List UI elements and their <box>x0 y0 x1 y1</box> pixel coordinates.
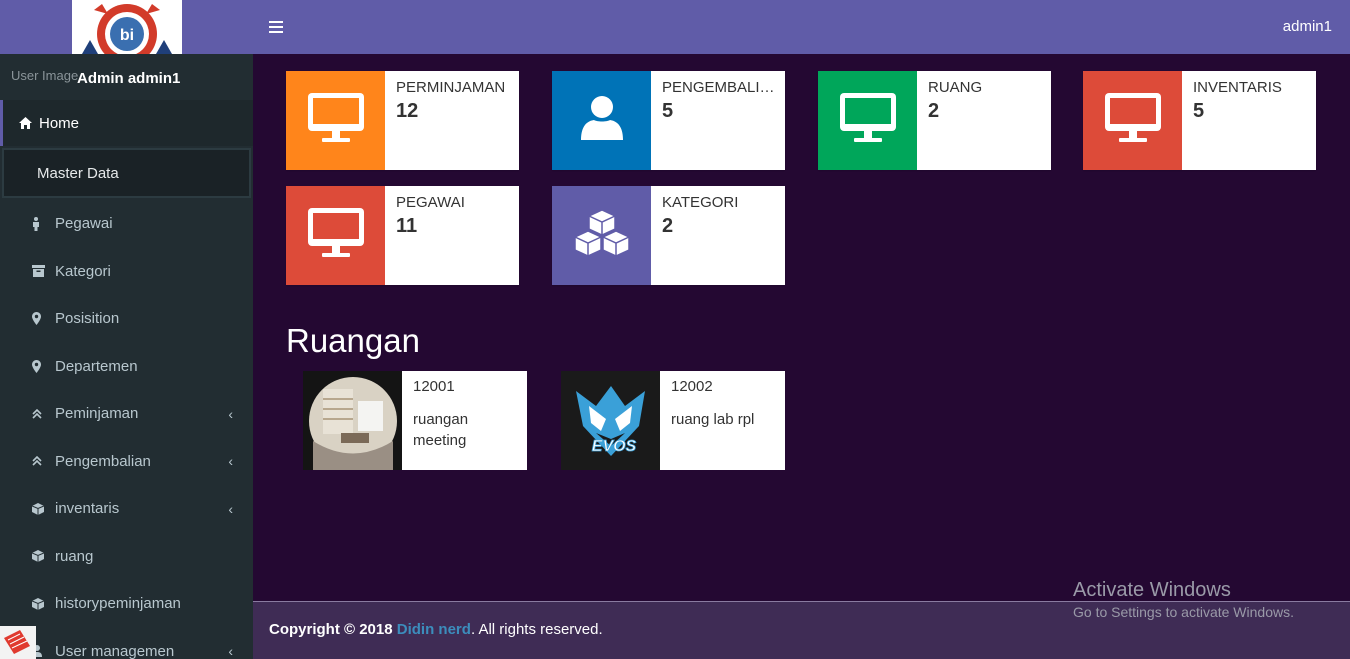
logo-area: bi <box>0 0 253 54</box>
room-code: 12001 <box>413 378 455 395</box>
sidebar-item-label: ruang <box>55 547 94 565</box>
user-image: User Image <box>11 68 79 83</box>
watermark-title: Activate Windows <box>1073 579 1231 601</box>
cube-icon <box>32 597 55 610</box>
watermark-subtitle: Go to Settings to activate Windows. <box>1073 604 1294 620</box>
info-box-icon <box>286 186 385 285</box>
info-box-label: INVENTARIS <box>1193 79 1282 96</box>
info-box-pegawai[interactable]: PEGAWAI 11 <box>286 186 519 285</box>
desktop-icon <box>307 93 364 148</box>
cube-icon <box>32 502 55 515</box>
info-box-icon <box>1083 71 1182 170</box>
info-box-label: PERMINJAMAN <box>396 79 506 96</box>
sidebar-item-label: User managemen <box>55 642 175 659</box>
info-box-icon <box>818 71 917 170</box>
sidebar-item-pengembalian[interactable]: Pengembalian ‹ <box>0 438 253 486</box>
info-box-value: 12 <box>396 100 419 122</box>
info-box-value: 2 <box>662 215 674 237</box>
sidebar-item-label: Pengembalian <box>55 452 151 470</box>
info-box-label: KATEGORI <box>662 194 739 211</box>
info-box-icon <box>552 71 651 170</box>
user-menu[interactable]: admin1 <box>1283 18 1332 35</box>
sidebar-item-label: Posisition <box>55 310 120 328</box>
sidebar-item-user-managemen[interactable]: User managemen ‹ <box>0 628 253 659</box>
sidebar-item-inventaris[interactable]: inventaris ‹ <box>0 485 253 533</box>
svg-text:bi: bi <box>120 27 134 44</box>
angle-double-up-icon <box>32 456 55 466</box>
info-box-value: 11 <box>396 215 418 237</box>
desktop-icon <box>1104 93 1161 148</box>
info-box-ruang[interactable]: RUANG 2 <box>818 71 1051 170</box>
sidebar-header-master-data: Master Data <box>2 148 251 198</box>
user-panel: User Image Admin admin1 <box>0 54 253 100</box>
info-box-value: 2 <box>928 100 940 122</box>
map-marker-icon <box>32 359 55 373</box>
author-link[interactable]: Didin nerd <box>397 621 471 638</box>
sidebar-item-label: Pegawai <box>55 215 113 233</box>
male-icon <box>32 216 55 231</box>
sidebar-item-departemen[interactable]: Departemen <box>0 343 253 391</box>
room-card[interactable]: EVOS 12002 ruang lab rpl <box>561 371 785 470</box>
desktop-icon <box>307 208 364 263</box>
room-code: 12002 <box>671 378 713 395</box>
sidebar-item-label: Departemen <box>55 357 138 375</box>
room-image <box>303 371 402 470</box>
info-box-label: PENGEMBALIAN <box>662 79 775 96</box>
info-box-pengembalian[interactable]: PENGEMBALIAN 5 <box>552 71 785 170</box>
room-name: ruangan meeting <box>413 411 469 449</box>
map-marker-icon <box>32 312 55 326</box>
desktop-icon <box>839 93 896 148</box>
sidebar-item-label: Home <box>39 114 80 132</box>
sidebar-item-historypeminjaman[interactable]: historypeminjaman <box>0 580 253 628</box>
cube-icon <box>32 550 55 563</box>
home-icon <box>19 117 39 129</box>
info-box-kategori[interactable]: KATEGORI 2 <box>552 186 785 285</box>
copyright-text: Copyright © 2018 Didin nerd. All rights … <box>269 621 603 638</box>
activate-windows-watermark: Activate Windows Go to Settings to activ… <box>1073 579 1294 620</box>
sidebar-item-label: historypeminjaman <box>55 595 181 613</box>
chevron-left-icon[interactable]: ‹ <box>228 501 233 517</box>
copyright-prefix: Copyright © 2018 <box>269 621 393 638</box>
sidebar-item-posisition[interactable]: Posisition <box>0 295 253 343</box>
sidebar-header-label: Master Data <box>37 164 119 182</box>
top-navbar: admin1 <box>253 0 1350 54</box>
sidebar-item-label: Kategori <box>55 262 111 280</box>
menu-toggle-icon[interactable] <box>269 20 283 33</box>
sidebar-item-label: Peminjaman <box>55 405 139 423</box>
room-card[interactable]: 12001 ruangan meeting <box>303 371 527 470</box>
copyright-suffix: . All rights reserved. <box>470 621 603 638</box>
info-box-icon <box>286 71 385 170</box>
sidebar-item-pegawai[interactable]: Pegawai <box>0 200 253 248</box>
room-image: EVOS <box>561 371 660 470</box>
cubes-icon <box>571 208 633 263</box>
chevron-left-icon[interactable]: ‹ <box>228 406 233 422</box>
evos-logo-text: EVOS <box>592 438 637 455</box>
sidebar-item-peminjaman[interactable]: Peminjaman ‹ <box>0 390 253 438</box>
angle-double-up-icon <box>32 408 55 419</box>
sidebar: bi User Image Admin admin1 Home Master D… <box>0 0 253 659</box>
room-name: ruang lab rpl <box>671 411 755 428</box>
user-icon <box>580 96 623 145</box>
sidebar-item-label: inventaris <box>55 500 120 518</box>
info-box-label: PEGAWAI <box>396 194 465 211</box>
school-logo[interactable]: bi <box>72 0 182 54</box>
taskbar-app-icon[interactable] <box>0 626 36 659</box>
info-box-label: RUANG <box>928 79 983 96</box>
sidebar-item-home[interactable]: Home <box>0 100 253 146</box>
archive-icon <box>32 265 55 278</box>
info-box-icon <box>552 186 651 285</box>
chevron-left-icon[interactable]: ‹ <box>228 453 233 469</box>
info-box-inventaris[interactable]: INVENTARIS 5 <box>1083 71 1316 170</box>
sidebar-item-kategori[interactable]: Kategori <box>0 248 253 296</box>
sidebar-item-ruang[interactable]: ruang <box>0 533 253 581</box>
info-box-perminjaman[interactable]: PERMINJAMAN 12 <box>286 71 519 170</box>
chevron-left-icon[interactable]: ‹ <box>228 643 233 659</box>
user-name: Admin admin1 <box>77 70 181 87</box>
section-title: Ruangan <box>286 322 420 359</box>
info-box-value: 5 <box>662 100 674 122</box>
info-box-value: 5 <box>1193 100 1205 122</box>
